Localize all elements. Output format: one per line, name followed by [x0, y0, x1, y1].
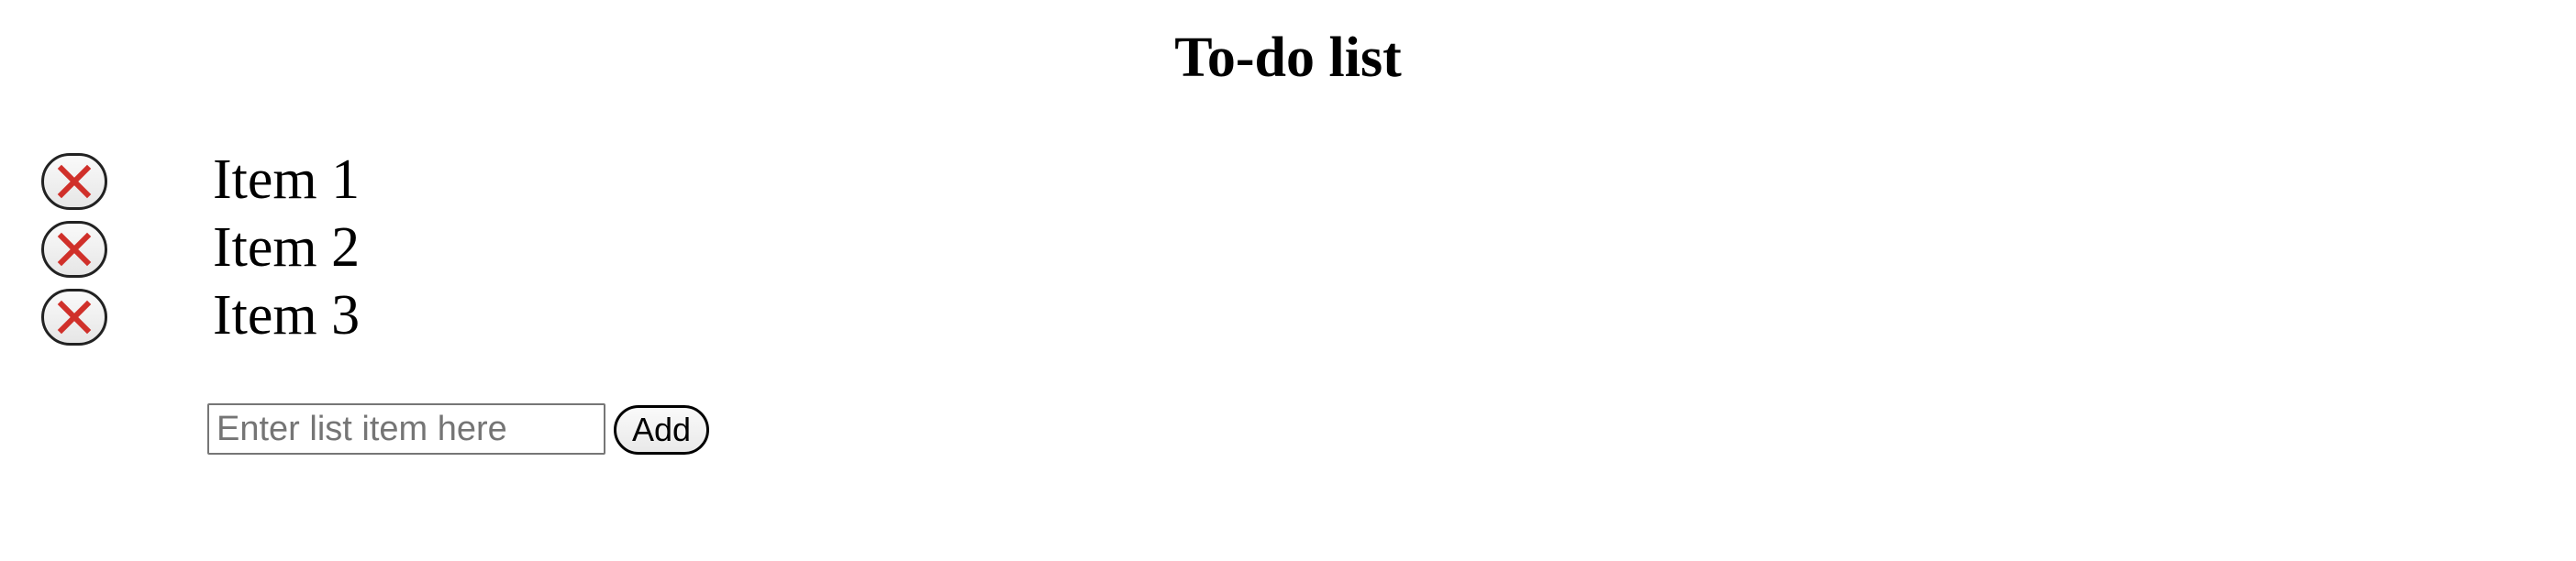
remove-item-button[interactable] — [41, 221, 107, 278]
add-button[interactable]: Add — [614, 405, 709, 455]
close-icon — [57, 232, 92, 267]
list-item: Item 3 — [0, 282, 550, 350]
list-item: Item 1 — [0, 147, 550, 214]
list-item: Item 2 — [0, 214, 550, 282]
remove-item-button[interactable] — [41, 153, 107, 210]
todo-page: To-do list Item 1 Item 2 Item 3 Enter li… — [0, 0, 2576, 561]
list-item-label: Item 3 — [213, 284, 361, 346]
list-item-label: Item 2 — [213, 216, 361, 279]
page-title: To-do list — [1174, 27, 1402, 89]
close-icon — [57, 164, 92, 199]
remove-item-button[interactable] — [41, 289, 107, 346]
todo-list: Item 1 Item 2 Item 3 — [0, 147, 550, 350]
new-item-input[interactable] — [207, 403, 605, 455]
close-icon — [57, 300, 92, 335]
list-item-label: Item 1 — [213, 148, 361, 211]
